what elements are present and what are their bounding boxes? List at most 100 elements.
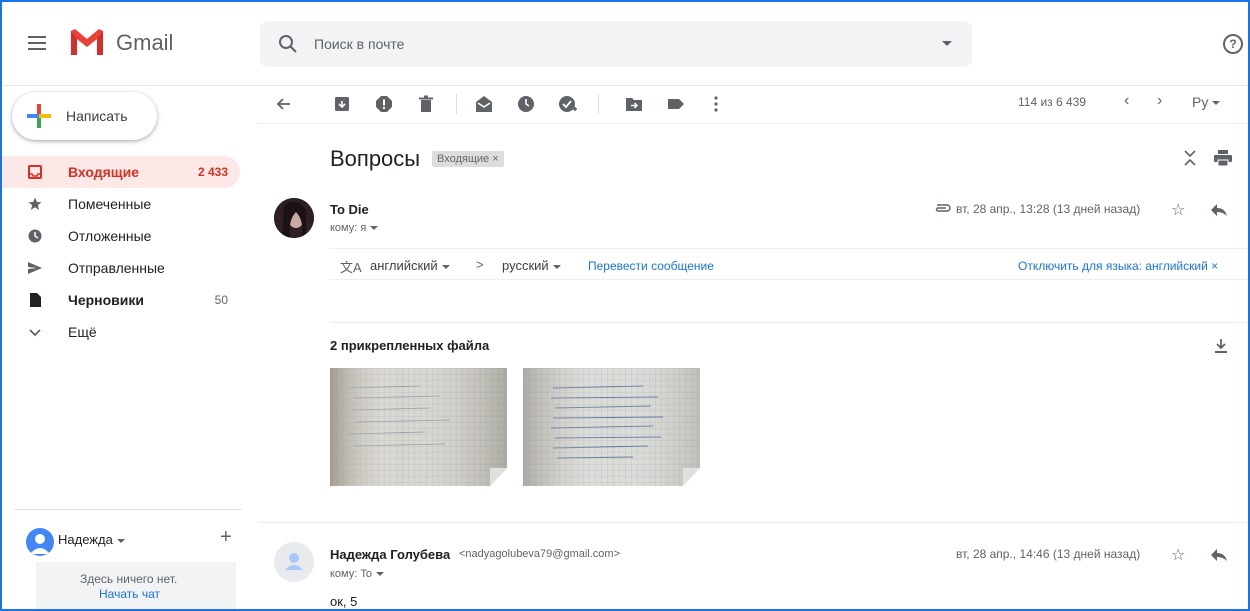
attachment-thumbnail[interactable] bbox=[330, 368, 507, 486]
gmail-window: Gmail ? Написать Входящие 2 433 bbox=[0, 0, 1250, 611]
hangouts-avatar[interactable] bbox=[26, 528, 54, 556]
message-body: ок, 5 bbox=[330, 594, 358, 609]
translate-icon: 文A bbox=[340, 260, 362, 275]
chat-empty-text: Здесь ничего нет. bbox=[80, 572, 178, 586]
sidebar-item-label: Входящие bbox=[68, 164, 139, 180]
sidebar-item-count: 2 433 bbox=[197, 165, 228, 179]
sidebar-item-count: 50 bbox=[214, 293, 228, 307]
search-bar[interactable] bbox=[260, 21, 972, 67]
attachments-divider bbox=[330, 322, 1248, 323]
chevron-down-icon bbox=[29, 329, 41, 337]
translate-from-label: английский bbox=[370, 258, 438, 273]
new-chat-plus-icon[interactable]: + bbox=[220, 526, 232, 549]
inbox-icon bbox=[28, 165, 42, 179]
gmail-logo-icon[interactable] bbox=[68, 27, 106, 57]
message-sender[interactable]: Надежда Голубева bbox=[330, 547, 450, 562]
collapse-all-icon[interactable] bbox=[1182, 148, 1198, 168]
menu-icon[interactable] bbox=[28, 36, 46, 50]
sidebar-item-label: Ещё bbox=[68, 324, 97, 340]
user-icon bbox=[30, 534, 50, 554]
translate-to-label: русский bbox=[502, 258, 549, 273]
compose-label: Написать bbox=[66, 108, 128, 124]
send-icon bbox=[28, 262, 42, 274]
message-sender[interactable]: To Die bbox=[330, 202, 369, 217]
reply-icon[interactable] bbox=[1210, 548, 1228, 562]
pager-next-icon[interactable]: › bbox=[1157, 92, 1162, 110]
pager-count: 114 из 6 439 bbox=[1018, 95, 1087, 109]
sender-photo bbox=[274, 198, 314, 238]
reply-icon[interactable] bbox=[1210, 203, 1228, 217]
draft-icon bbox=[30, 293, 41, 307]
input-tools-label: Ру bbox=[1192, 94, 1209, 110]
message-date: вт, 28 апр., 14:46 (13 дней назад) bbox=[956, 547, 1141, 561]
back-arrow-icon[interactable] bbox=[274, 94, 294, 114]
search-icon[interactable] bbox=[278, 34, 298, 54]
caret-down-icon bbox=[552, 264, 561, 269]
toolbar-divider bbox=[456, 94, 457, 114]
message-sender-email: <nadyagolubeva79@gmail.com> bbox=[459, 548, 620, 560]
recipients-label: кому: To bbox=[330, 568, 372, 580]
thread-subject: Вопросы bbox=[330, 146, 421, 171]
message-toolbar: 114 из 6 439 ‹ › Ру bbox=[258, 86, 1248, 124]
start-chat-link[interactable]: Начать чат bbox=[99, 587, 160, 601]
print-icon[interactable] bbox=[1214, 150, 1232, 166]
sidebar-item-label: Черновики bbox=[68, 292, 145, 308]
compose-button[interactable]: Написать bbox=[12, 92, 157, 140]
inbox-label-chip[interactable]: Входящие × bbox=[432, 151, 504, 167]
sidebar-item-drafts[interactable]: Черновики 50 bbox=[2, 284, 240, 316]
more-vert-icon[interactable] bbox=[706, 94, 726, 114]
delete-icon[interactable] bbox=[416, 94, 436, 114]
sidebar-item-sent[interactable]: Отправленные bbox=[2, 252, 240, 284]
search-input[interactable] bbox=[314, 21, 914, 67]
sidebar-item-label: Отложенные bbox=[68, 228, 152, 244]
caret-down-icon bbox=[370, 226, 379, 231]
translate-bar: 文A английский > русский Перевести сообще… bbox=[330, 248, 1248, 280]
sidebar-item-label: Помеченные bbox=[68, 196, 152, 212]
gmail-logo-text[interactable]: Gmail bbox=[116, 30, 173, 56]
compose-plus-icon bbox=[27, 104, 51, 128]
star-icon[interactable]: ☆ bbox=[1171, 545, 1185, 565]
translate-arrow: > bbox=[476, 257, 484, 272]
caret-down-icon bbox=[441, 264, 450, 269]
message-divider bbox=[258, 522, 1248, 523]
recipients-label: кому: я bbox=[330, 222, 367, 234]
translate-to-select[interactable]: русский bbox=[502, 258, 561, 273]
label-icon[interactable] bbox=[666, 94, 686, 114]
archive-icon[interactable] bbox=[332, 94, 352, 114]
download-all-icon[interactable] bbox=[1214, 338, 1228, 354]
add-task-icon[interactable] bbox=[558, 94, 578, 114]
header: Gmail ? bbox=[2, 2, 1248, 86]
message-date: вт, 28 апр., 13:28 (13 дней назад) bbox=[956, 202, 1141, 216]
sidebar-item-snoozed[interactable]: Отложенные bbox=[2, 220, 240, 252]
search-options-icon[interactable] bbox=[942, 41, 952, 46]
attachments-title: 2 прикрепленных файла bbox=[330, 338, 490, 353]
hangouts-user-name[interactable]: Надежда bbox=[58, 532, 125, 547]
help-icon[interactable]: ? bbox=[1223, 34, 1243, 54]
translate-from-select[interactable]: английский bbox=[370, 258, 450, 273]
chat-empty-state: Здесь ничего нет. Начать чат bbox=[36, 562, 236, 609]
sidebar-item-starred[interactable]: Помеченные bbox=[2, 188, 240, 220]
notebook-photo bbox=[523, 368, 700, 486]
translate-message-link[interactable]: Перевести сообщение bbox=[588, 259, 714, 273]
user-icon bbox=[285, 553, 303, 570]
caret-down-icon bbox=[116, 538, 125, 543]
message-recipients[interactable]: кому: To bbox=[330, 568, 384, 580]
sidebar-item-more[interactable]: Ещё bbox=[2, 316, 240, 348]
sidebar-item-inbox[interactable]: Входящие 2 433 bbox=[2, 156, 240, 188]
mark-unread-icon[interactable] bbox=[474, 94, 494, 114]
sender-avatar[interactable] bbox=[274, 542, 314, 582]
attachment-icon bbox=[935, 204, 951, 212]
move-to-icon[interactable] bbox=[624, 94, 644, 114]
star-icon[interactable]: ☆ bbox=[1171, 200, 1185, 220]
message-recipients[interactable]: кому: я bbox=[330, 222, 379, 234]
report-spam-icon[interactable] bbox=[374, 94, 394, 114]
disable-translate-link[interactable]: Отключить для языка: английский × bbox=[1018, 259, 1218, 273]
snooze-icon[interactable] bbox=[516, 94, 536, 114]
caret-down-icon bbox=[375, 572, 384, 577]
sidebar-nav: Входящие 2 433 Помеченные Отложенные Отп… bbox=[2, 156, 242, 348]
sender-avatar[interactable] bbox=[274, 198, 314, 238]
attachment-thumbnail[interactable] bbox=[523, 368, 700, 486]
input-tools-button[interactable]: Ру bbox=[1192, 94, 1221, 110]
pager-prev-icon[interactable]: ‹ bbox=[1124, 92, 1129, 110]
caret-down-icon bbox=[1212, 101, 1221, 106]
